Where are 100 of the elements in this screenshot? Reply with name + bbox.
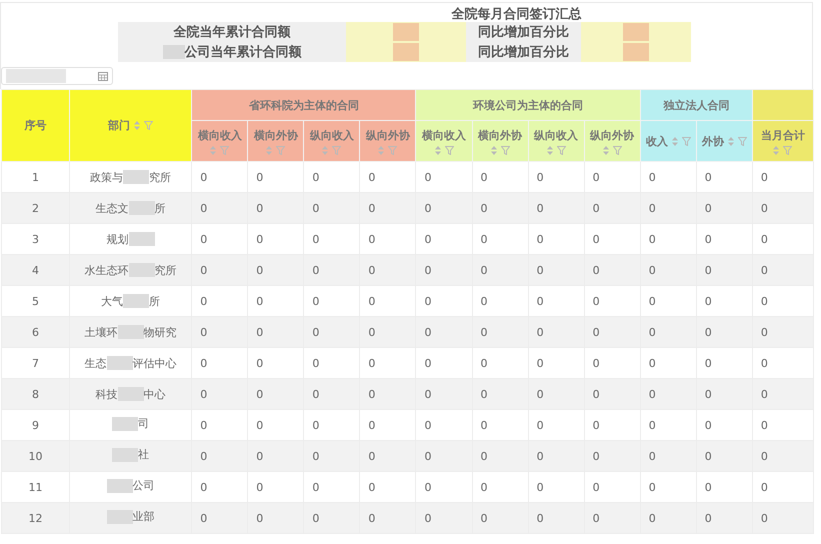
department-name: 生态文 xyxy=(96,200,129,216)
table-cell: 0 xyxy=(192,254,248,286)
sort-icon[interactable] xyxy=(602,146,609,154)
table-cell: 0 xyxy=(416,254,472,286)
table-cell: 0 xyxy=(528,254,584,286)
table-cell: 0 xyxy=(640,440,696,472)
filter-icon[interactable] xyxy=(332,146,342,154)
sort-icon[interactable] xyxy=(378,146,384,154)
department-name: 社 xyxy=(138,447,150,462)
department-name: 评估中心 xyxy=(132,356,177,370)
department-name: 规划 xyxy=(106,232,129,246)
table-cell: 0 xyxy=(192,502,248,534)
filter-icon[interactable] xyxy=(276,146,286,154)
table-cell: 0 xyxy=(696,254,752,286)
department-name: 所 xyxy=(149,294,160,308)
table-cell: 0 xyxy=(248,254,304,286)
table-cell: 0 xyxy=(584,502,640,534)
group-header: 独立法人合同 xyxy=(640,90,752,120)
table-cell: 0 xyxy=(304,378,360,410)
column-header: 部门 xyxy=(108,118,130,133)
redaction-mark xyxy=(106,356,133,370)
department-name: 所 xyxy=(154,200,166,216)
table-cell: 0 xyxy=(528,502,584,534)
column-header: 横向外协 xyxy=(254,128,298,142)
column-header: 收入 xyxy=(646,134,668,148)
column-header: 纵向外协 xyxy=(590,128,634,142)
department-name: 大气 xyxy=(101,294,124,308)
department-name: 究所 xyxy=(149,170,172,184)
table-cell: 0 xyxy=(192,378,248,410)
filter-icon[interactable] xyxy=(388,146,398,154)
filter-icon[interactable] xyxy=(556,146,566,154)
filter-icon[interactable] xyxy=(682,136,691,146)
summary-label: 全院当年累计合同额 xyxy=(174,24,290,41)
redaction-mark xyxy=(6,69,66,83)
table-cell: 0 xyxy=(416,378,472,410)
table-cell: 0 xyxy=(304,316,360,348)
table-cell: 0 xyxy=(584,440,640,472)
redaction-mark xyxy=(393,43,419,61)
table-cell: 0 xyxy=(752,316,814,348)
table-cell: 0 xyxy=(752,440,814,472)
table-cell: 0 xyxy=(360,502,416,534)
redaction-mark xyxy=(112,416,138,431)
column-header: 横向收入 xyxy=(198,128,242,142)
summary-label: 公司当年累计合同额 xyxy=(184,44,302,61)
table-cell: 0 xyxy=(472,316,528,348)
table-cell: 0 xyxy=(752,378,814,410)
table-cell: 0 xyxy=(472,192,528,224)
column-header: 纵向收入 xyxy=(534,128,578,142)
table-cell: 0 xyxy=(360,440,416,472)
column-header: 横向外协 xyxy=(478,128,522,142)
sort-icon[interactable] xyxy=(728,136,734,146)
table-cell: 0 xyxy=(416,440,472,472)
department-name: 究所 xyxy=(154,262,177,278)
table-cell: 0 xyxy=(192,316,248,348)
table-cell: 0 xyxy=(248,378,304,410)
table-cell: 0 xyxy=(304,192,360,224)
department-name: 科技 xyxy=(96,386,118,402)
table-cell: 0 xyxy=(640,502,696,534)
sort-icon[interactable] xyxy=(210,146,216,154)
sort-icon[interactable] xyxy=(490,146,497,154)
date-field[interactable] xyxy=(1,67,113,85)
redaction-mark xyxy=(623,43,649,61)
calendar-icon[interactable] xyxy=(98,72,108,80)
column-header: 当月合计 xyxy=(760,128,805,142)
redaction-mark xyxy=(123,294,150,308)
table-cell: 0 xyxy=(192,440,248,472)
filter-icon[interactable] xyxy=(612,146,622,154)
table-cell: 6 xyxy=(2,316,70,348)
sort-icon[interactable] xyxy=(672,136,678,146)
sort-icon[interactable] xyxy=(773,146,780,154)
table-cell: 0 xyxy=(472,254,528,286)
table-cell: 0 xyxy=(640,316,696,348)
filter-icon[interactable] xyxy=(738,136,747,146)
sort-icon[interactable] xyxy=(134,121,140,130)
sort-icon[interactable] xyxy=(434,146,440,154)
department-name: 政策与 xyxy=(90,170,124,184)
table-cell: 0 xyxy=(584,316,640,348)
table-cell: 0 xyxy=(472,378,528,410)
department-name: 物研究 xyxy=(144,324,177,340)
table-cell: 0 xyxy=(696,440,752,472)
table-cell: 0 xyxy=(696,316,752,348)
department-name: 水生态环 xyxy=(84,262,129,278)
sort-icon[interactable] xyxy=(266,146,272,154)
sort-icon[interactable] xyxy=(546,146,553,154)
table-cell: 0 xyxy=(752,192,814,224)
filter-icon[interactable] xyxy=(220,146,230,154)
table-cell: 0 xyxy=(360,254,416,286)
table-cell: 0 xyxy=(752,502,814,534)
filter-icon[interactable] xyxy=(783,146,792,154)
summary-label: 同比增加百分比 xyxy=(466,42,581,62)
filter-icon[interactable] xyxy=(500,146,510,154)
table-cell: 2 xyxy=(2,192,70,224)
column-header: 外协 xyxy=(702,134,724,148)
summary-label: 同比增加百分比 xyxy=(466,22,581,42)
filter-icon[interactable] xyxy=(144,121,154,130)
sort-icon[interactable] xyxy=(322,146,328,154)
table-cell: 0 xyxy=(752,254,814,286)
filter-icon[interactable] xyxy=(444,146,454,154)
column-header: 序号 xyxy=(24,118,47,133)
table-cell: 0 xyxy=(304,502,360,534)
